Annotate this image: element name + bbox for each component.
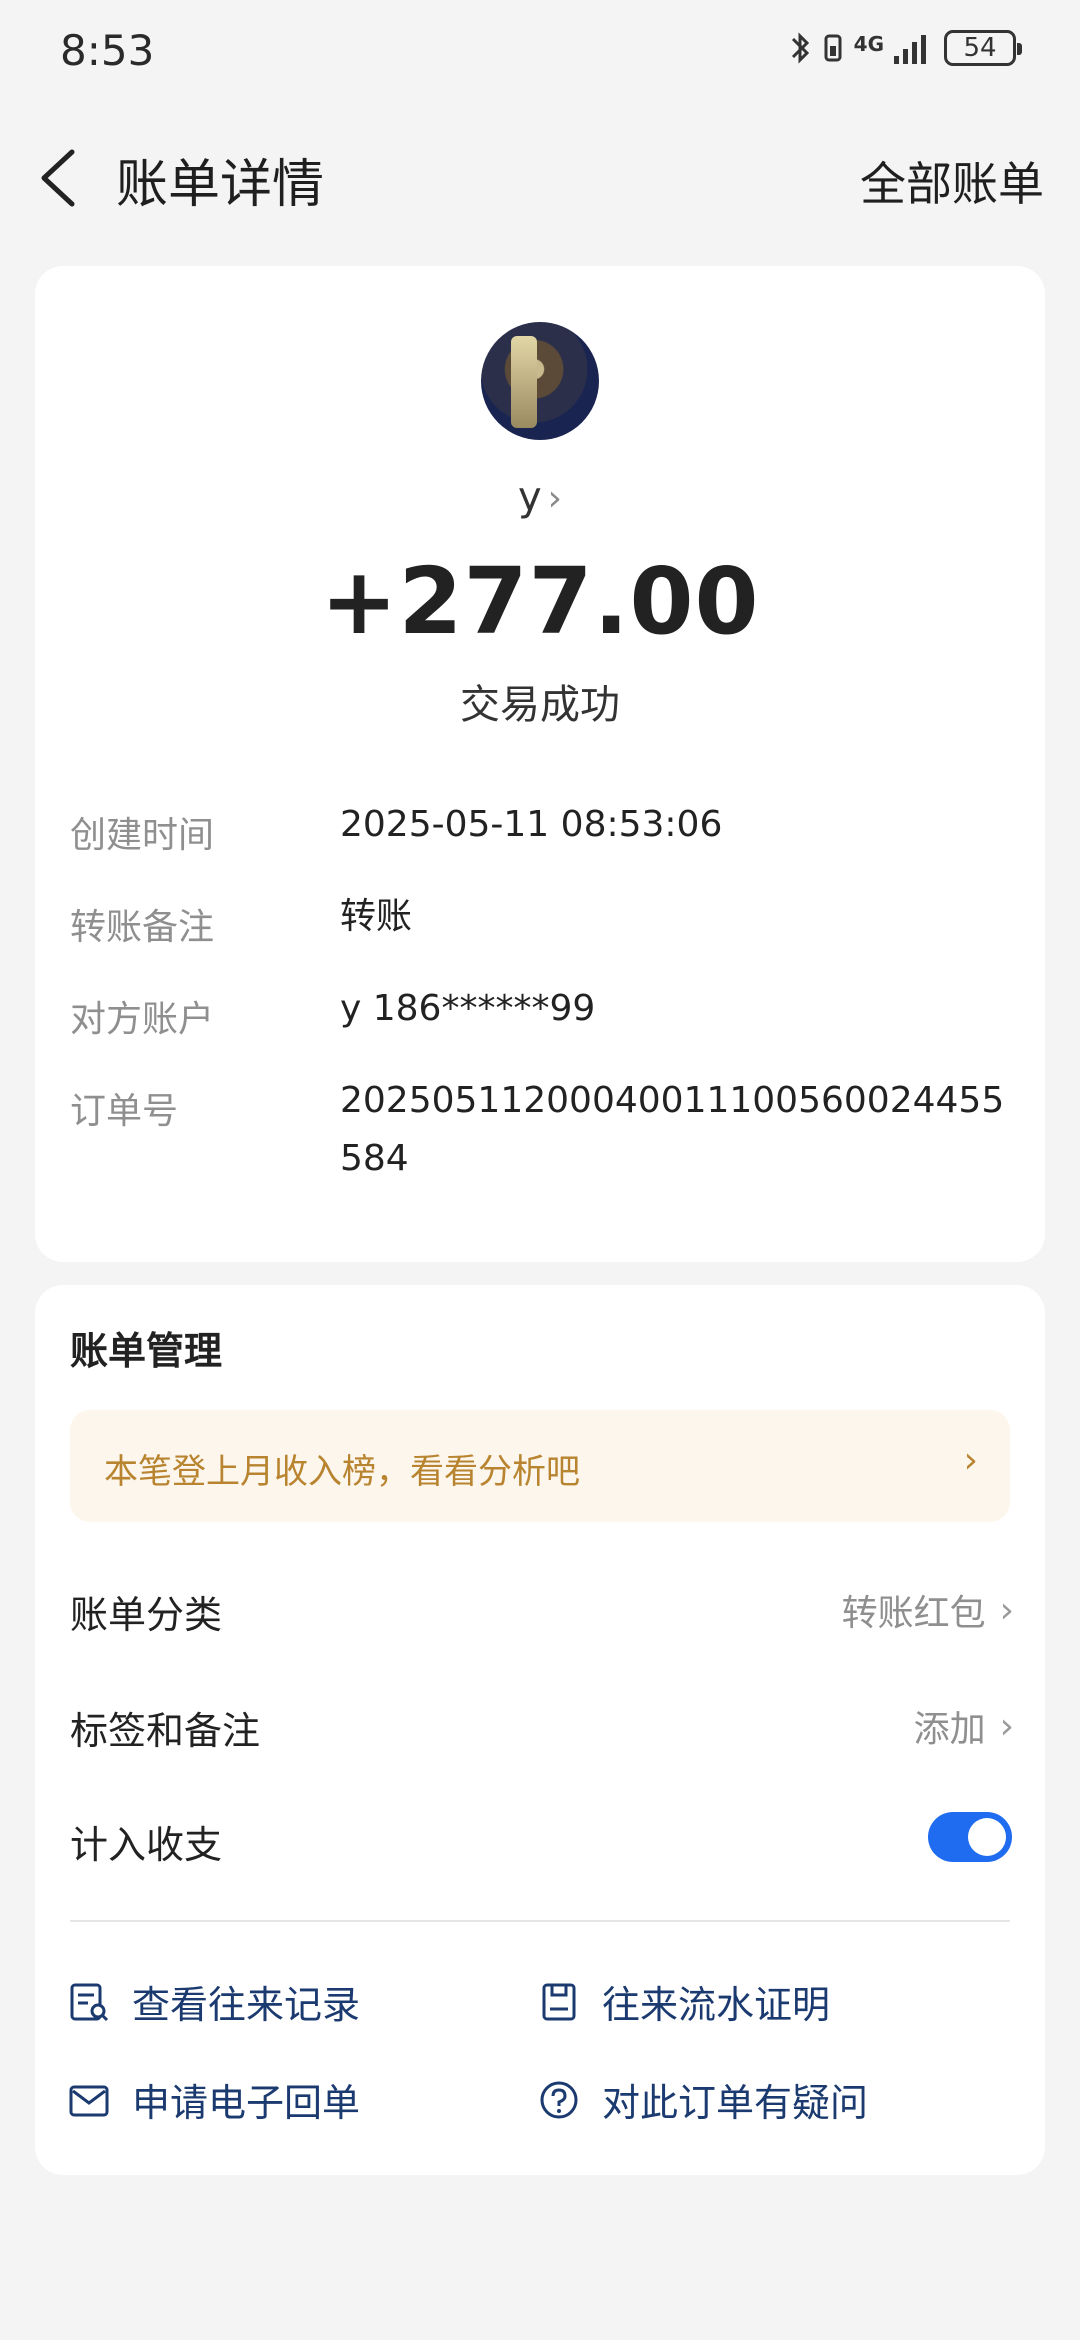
chevron-right-icon: › [547, 478, 563, 519]
all-bills-link[interactable]: 全部账单 [860, 148, 1044, 214]
network-type: 4G [853, 32, 884, 56]
created-time-label: 创建时间 [70, 815, 215, 856]
question-button[interactable]: 对此订单有疑问 [538, 2072, 868, 2127]
category-selector[interactable]: 转账红包 › [842, 1584, 1014, 1636]
category-label: 账单分类 [70, 1593, 223, 1637]
transfer-note-value: 转账 [340, 896, 413, 937]
status-icons: 4G 54 [790, 30, 1022, 66]
counterparty-value: y 186******99 [340, 988, 596, 1029]
include-label: 计入收支 [70, 1823, 223, 1867]
payer-avatar[interactable] [481, 322, 599, 440]
vibrate-icon [824, 34, 842, 62]
question-icon [540, 2081, 578, 2118]
payer-name-link[interactable]: y › [0, 474, 1080, 520]
category-value: 转账红包 [841, 1593, 986, 1634]
chevron-right-icon: › [999, 1705, 1014, 1747]
page-title: 账单详情 [116, 155, 325, 215]
include-toggle[interactable] [928, 1812, 1012, 1862]
bluetooth-icon [791, 32, 809, 64]
document-icon [542, 1983, 576, 2020]
divider [70, 1920, 1010, 1922]
question-label: 对此订单有疑问 [602, 2081, 869, 2125]
transaction-amount: +277.00 [320, 548, 760, 655]
section-title: 账单管理 [70, 1329, 223, 1373]
transaction-status: 交易成功 [460, 682, 620, 728]
view-records-label: 查看往来记录 [132, 1983, 361, 2027]
transfer-note-label: 转账备注 [70, 907, 215, 948]
chevron-right-icon: › [963, 1440, 978, 1481]
payer-name: y [517, 474, 542, 520]
flow-proof-button[interactable]: 往来流水证明 [538, 1974, 830, 2029]
flow-proof-label: 往来流水证明 [602, 1983, 831, 2027]
back-arrow-icon[interactable] [36, 146, 80, 210]
chevron-right-icon: › [999, 1589, 1014, 1631]
tags-value: 添加 [913, 1709, 986, 1750]
order-number-label: 订单号 [70, 1091, 179, 1132]
envelope-icon [69, 2085, 109, 2116]
e-receipt-label: 申请电子回单 [132, 2081, 361, 2125]
e-receipt-button[interactable]: 申请电子回单 [68, 2072, 360, 2127]
battery-icon: 54 [944, 30, 1022, 66]
tags-add-link[interactable]: 添加 › [914, 1700, 1014, 1752]
battery-level: 54 [963, 33, 997, 63]
status-time: 8:53 [60, 26, 155, 75]
order-number-value[interactable]: 20250511200040011100560024455584 [340, 1072, 1020, 1188]
tags-label: 标签和备注 [70, 1709, 261, 1753]
view-records-button[interactable]: 查看往来记录 [68, 1974, 360, 2029]
counterparty-label: 对方账户 [70, 999, 215, 1040]
record-search-icon [70, 1983, 109, 2021]
created-time-value: 2025-05-11 08:53:06 [340, 804, 723, 845]
banner-text: 本笔登上月收入榜，看看分析吧 [104, 1452, 580, 1492]
signal-icon [894, 35, 926, 64]
